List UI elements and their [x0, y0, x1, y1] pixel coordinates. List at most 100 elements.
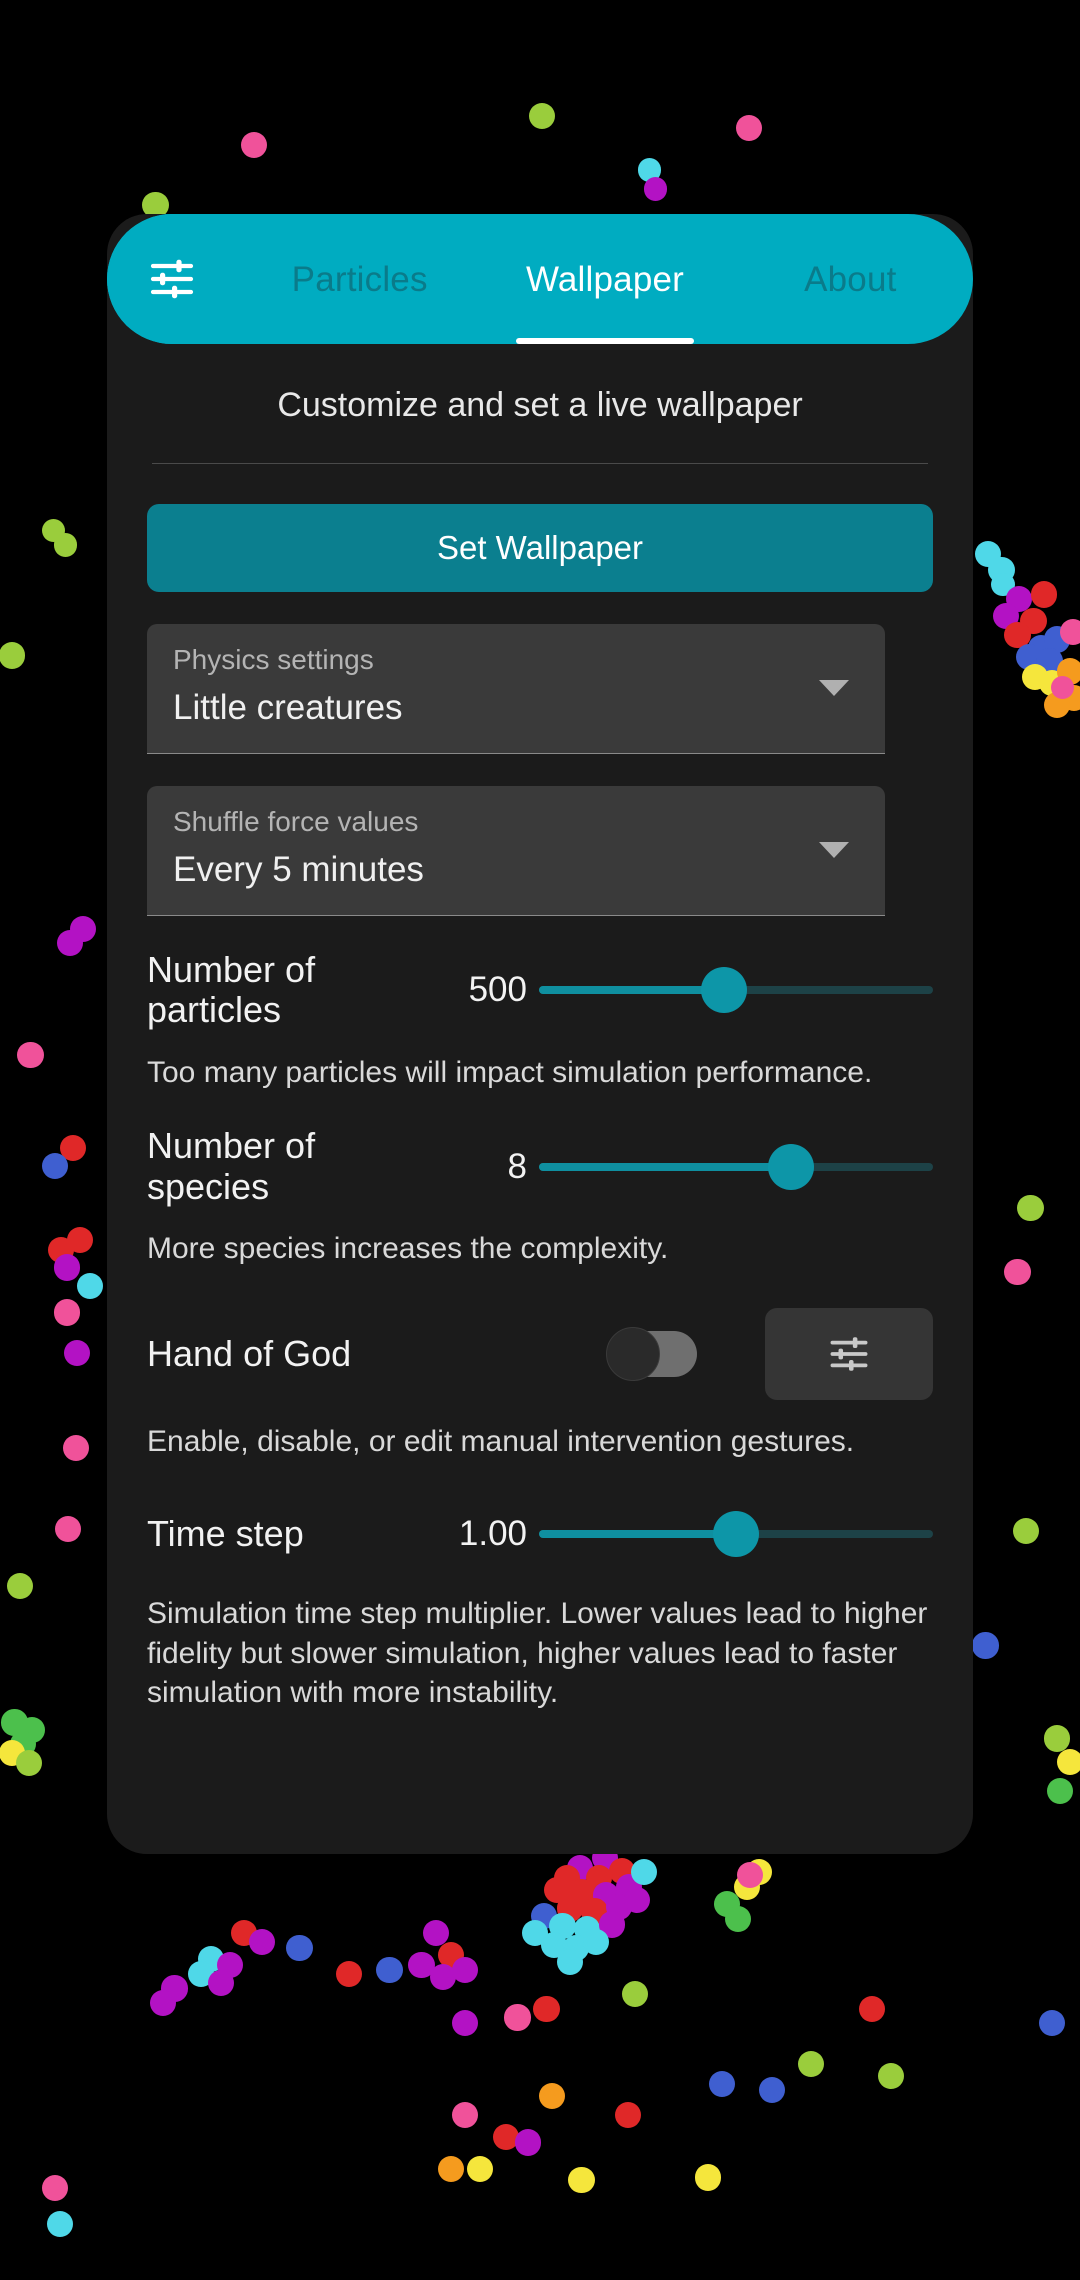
particle-dot [623, 1886, 650, 1913]
particle-dot [582, 1928, 610, 1956]
hand-of-god-edit-button[interactable] [765, 1308, 933, 1401]
number-of-particles-value: 500 [468, 970, 527, 1010]
time-step-row: Time step 1.00 [147, 1496, 933, 1572]
hand-of-god-label: Hand of God [147, 1333, 352, 1375]
panel-content: Customize and set a live wallpaper Set W… [107, 344, 973, 1854]
particle-dot [17, 1042, 44, 1069]
physics-settings-dropdown[interactable]: Physics settings Little creatures [147, 624, 885, 754]
particle-dot [529, 103, 556, 130]
particle-dot [514, 2129, 541, 2156]
hand-of-god-row: Hand of God [147, 1308, 933, 1401]
particle-dot [248, 1928, 275, 1956]
particle-dot [53, 1299, 80, 1326]
slider-fill [539, 986, 725, 995]
particle-dot [622, 1981, 649, 2008]
toggle-knob [606, 1327, 660, 1382]
particle-dot [53, 533, 78, 557]
particle-dot [877, 2062, 905, 2089]
particle-dot [69, 915, 96, 942]
particle-dot [286, 1934, 313, 1961]
time-step-value: 1.00 [458, 1514, 527, 1554]
particle-dot [46, 2210, 73, 2238]
particle-dot [568, 2167, 595, 2194]
particle-dot [709, 2071, 736, 2098]
number-of-particles-slider[interactable] [539, 963, 933, 1017]
particle-dot [55, 1516, 82, 1543]
tab-wallpaper-underline [515, 338, 694, 344]
particle-dot [1039, 2010, 1066, 2037]
chevron-down-icon [819, 680, 849, 696]
header-divider [152, 463, 928, 464]
time-step-help: Simulation time step multiplier. Lower v… [147, 1597, 928, 1710]
particle-dot [1017, 1194, 1044, 1221]
slider-fill [539, 1162, 792, 1171]
hand-of-god-help: Enable, disable, or edit manual interven… [147, 1425, 855, 1459]
particle-dot [556, 1949, 583, 1976]
shuffle-force-values-label: Shuffle force values [173, 806, 419, 837]
particle-dot [1046, 1777, 1073, 1804]
tab-particles[interactable]: Particles [237, 214, 482, 344]
particle-dot [643, 177, 668, 201]
tune-fab-button[interactable] [107, 214, 237, 344]
number-of-species-row: Number of species 8 [147, 1126, 933, 1207]
particle-dot [42, 1152, 69, 1179]
number-of-species-help: More species increases the complexity. [147, 1231, 669, 1265]
number-of-species-slider[interactable] [539, 1140, 933, 1194]
particle-dot [66, 1226, 94, 1253]
slider-thumb[interactable] [713, 1511, 759, 1558]
shuffle-force-values-dropdown[interactable]: Shuffle force values Every 5 minutes [147, 786, 885, 916]
particle-dot [452, 2101, 479, 2128]
tab-wallpaper-label: Wallpaper [525, 259, 685, 299]
shuffle-force-values-value: Every 5 minutes [173, 850, 424, 889]
particle-dot [207, 1969, 235, 1996]
particle-dot [15, 1750, 43, 1777]
particle-dot [0, 642, 25, 669]
tune-icon [150, 259, 194, 299]
particle-dot [53, 1254, 80, 1281]
particle-dot [533, 1995, 560, 2022]
screen: Particles Wallpaper About Customize and … [0, 0, 1080, 2280]
slider-thumb[interactable] [701, 967, 748, 1014]
tab-wallpaper[interactable]: Wallpaper [482, 214, 727, 344]
particle-dot [452, 1956, 479, 1983]
particle-dot [77, 1273, 104, 1300]
slider-thumb[interactable] [768, 1143, 815, 1190]
tab-particles-label: Particles [291, 259, 428, 299]
tab-bar: Particles Wallpaper About [107, 214, 973, 344]
time-step-slider[interactable] [539, 1507, 933, 1561]
particle-dot [241, 132, 268, 159]
particle-dot [694, 2164, 721, 2191]
particle-dot [972, 1632, 999, 1659]
particle-dot [42, 2174, 69, 2201]
set-wallpaper-button[interactable]: Set Wallpaper [147, 504, 933, 592]
tab-list: Particles Wallpaper About [237, 214, 973, 344]
slider-fill [539, 1530, 736, 1539]
page-subtitle: Customize and set a live wallpaper [277, 386, 803, 424]
physics-settings-value: Little creatures [173, 688, 403, 727]
hand-of-god-toggle[interactable] [606, 1327, 697, 1382]
number-of-species-value: 8 [507, 1146, 527, 1186]
particle-dot [539, 2082, 566, 2110]
particle-dot [1013, 1517, 1040, 1544]
particle-dot [758, 2077, 785, 2104]
chevron-down-icon [819, 842, 849, 858]
particle-dot [437, 2155, 464, 2182]
particle-dot [335, 1960, 362, 1988]
particle-dot [7, 1572, 34, 1599]
particle-dot [376, 1956, 403, 1983]
tab-about-label: About [804, 259, 897, 299]
number-of-particles-label: Number of particles [147, 949, 316, 1031]
time-step-label: Time step [147, 1512, 304, 1554]
number-of-particles-row: Number of particles 500 [147, 949, 933, 1031]
tune-icon [830, 1337, 868, 1372]
particle-dot [725, 1905, 752, 1932]
particle-dot [798, 2050, 825, 2078]
particle-dot [452, 2010, 479, 2037]
particle-dot [63, 1340, 91, 1367]
particle-dot [504, 2004, 531, 2031]
number-of-particles-help: Too many particles will impact simulatio… [147, 1055, 873, 1089]
particle-dot [1043, 1725, 1070, 1752]
particle-dot [1030, 581, 1057, 608]
tab-about[interactable]: About [728, 214, 973, 344]
particle-dot [1004, 1258, 1031, 1285]
